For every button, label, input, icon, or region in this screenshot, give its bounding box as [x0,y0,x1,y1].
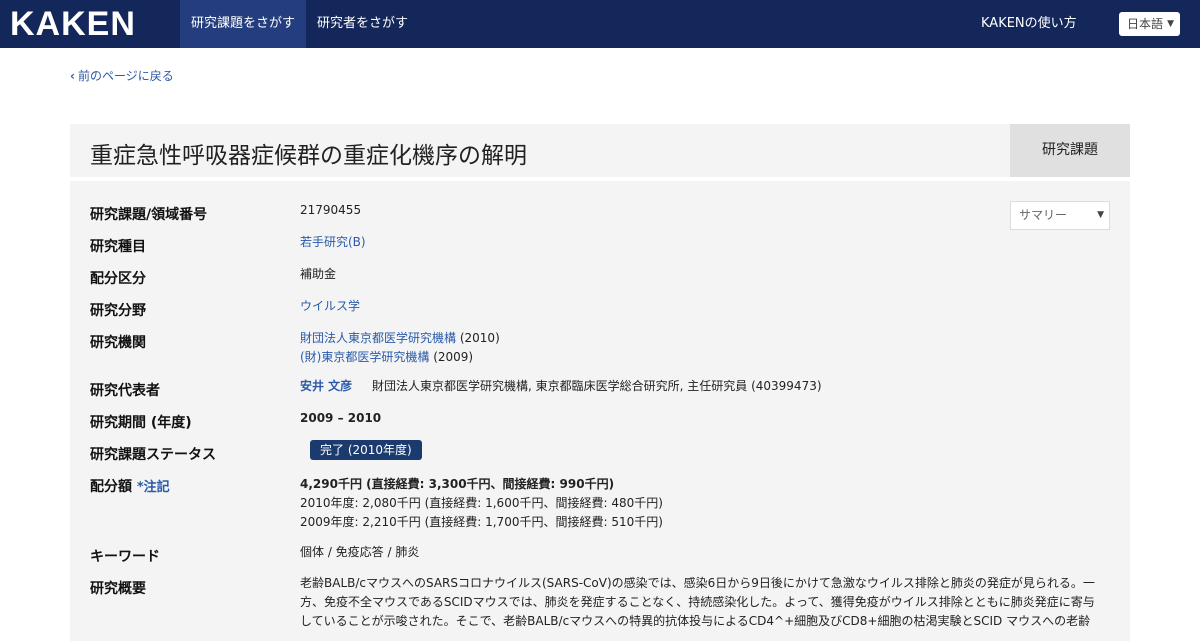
pi-name-link[interactable]: 安井 文彦 [300,377,352,396]
institution-link[interactable]: 財団法人東京都医学研究機構 [300,331,456,345]
details-panel [70,181,1130,641]
label-institution: 研究機関 [90,335,146,351]
label-allocation: 配分区分 [90,271,146,287]
label-field: 研究分野 [90,303,146,319]
page-title: 重症急性呼吸器症候群の重症化機序の解明 [90,143,527,169]
label-keywords: キーワード [90,549,160,565]
value-category-link[interactable]: 若手研究(B) [300,233,366,252]
label-budget: 配分額 *注記 [90,476,170,496]
label-summary: 研究概要 [90,581,146,597]
help-link[interactable]: KAKENの使い方 [981,0,1077,48]
top-navigation-bar: KAKEN 研究課題をさがす 研究者をさがす KAKENの使い方 日本語 ▼ [0,0,1200,48]
institution-year: (2009) [433,350,474,364]
type-badge: 研究課題 [1010,124,1130,177]
value-field-link[interactable]: ウイルス学 [300,297,360,316]
budget-year: 2009年度: 2,210千円 (直接経費: 1,700千円、間接経費: 510… [300,515,663,529]
label-status: 研究課題ステータス [90,447,216,463]
value-period: 2009 – 2010 [300,411,382,425]
value-allocation: 補助金 [300,267,337,281]
view-select[interactable]: サマリー ▼ [1010,201,1110,230]
label-budget-text: 配分額 [90,479,132,495]
caret-down-icon: ▼ [1097,210,1104,220]
label-project-number: 研究課題/領域番号 [90,207,208,223]
budget-note-link[interactable]: *注記 [137,480,170,495]
kaken-logo[interactable]: KAKEN [10,5,136,43]
institution-entry: 財団法人東京都医学研究機構 (2010) [300,329,500,348]
institution-entry: (財)東京都医学研究機構 (2009) [300,348,473,367]
language-value: 日本語 [1127,17,1164,31]
label-principal-investigator: 研究代表者 [90,383,160,399]
tab-search-projects[interactable]: 研究課題をさがす [180,0,306,48]
institution-link[interactable]: (財)東京都医学研究機構 [300,350,429,364]
label-category: 研究種目 [90,239,146,255]
back-link[interactable]: ‹ 前のページに戻る [70,67,174,84]
chevron-left-icon: ‹ [70,69,75,83]
budget-total: 4,290千円 (直接経費: 3,300千円、間接経費: 990千円) [300,477,615,491]
pi-affiliation: 財団法人東京都医学研究機構, 東京都臨床医学総合研究所, 主任研究員 (4039… [372,379,822,393]
institution-year: (2010) [459,331,500,345]
tab-search-researchers[interactable]: 研究者をさがす [306,0,419,48]
research-summary-text: 老齢BALB/cマウスへのSARSコロナウイルス(SARS-CoV)の感染では、… [300,576,1095,628]
label-period: 研究期間 (年度) [90,415,192,431]
budget-year: 2010年度: 2,080千円 (直接経費: 1,600千円、間接経費: 480… [300,496,663,510]
value-keywords: 個体 / 免疫応答 / 肺炎 [300,545,420,559]
language-select[interactable]: 日本語 ▼ [1119,12,1180,36]
status-badge: 完了 (2010年度) [310,440,422,460]
back-link-label: 前のページに戻る [77,69,174,83]
title-bar: 重症急性呼吸器症候群の重症化機序の解明 [70,124,1010,177]
caret-down-icon: ▼ [1167,19,1174,29]
view-select-value: サマリー [1019,208,1068,222]
value-project-number: 21790455 [300,203,362,217]
